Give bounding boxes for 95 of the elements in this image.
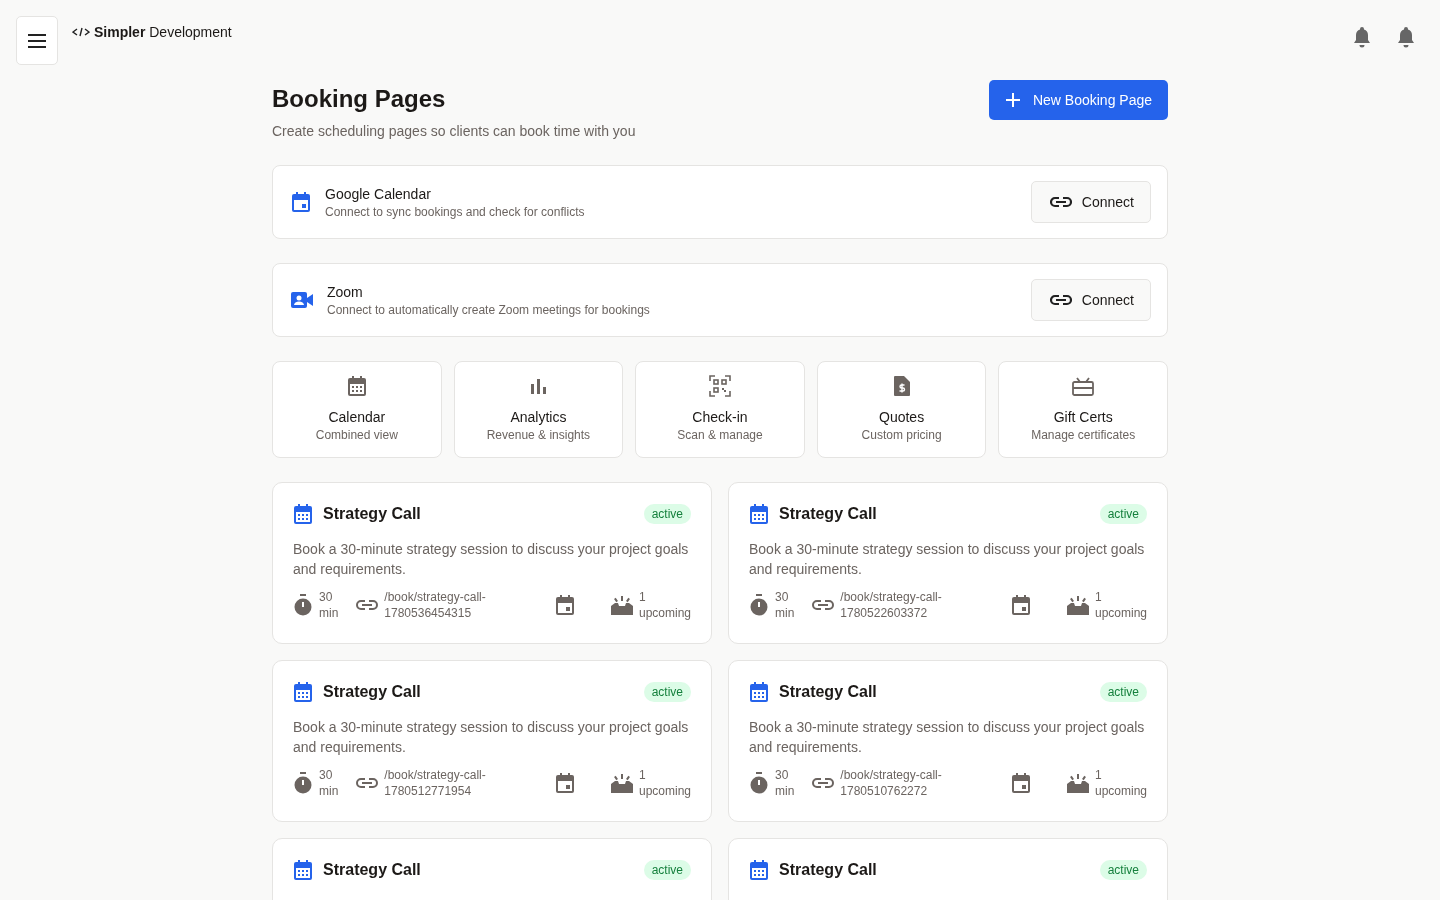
connect-button[interactable]: Connect xyxy=(1030,279,1151,321)
calendar-icon xyxy=(749,859,769,881)
tile-label: Gift Certs xyxy=(1053,409,1113,425)
feature-tile[interactable]: Quotes Custom pricing xyxy=(816,361,987,458)
booking-page-card[interactable]: Strategy Call active Book a 30-minute strategy session to discuss your project goals and requirements. 30 min /book/strategy-call- 1780522603372 1 upcoming xyxy=(728,482,1168,644)
code-logo-icon xyxy=(72,26,90,38)
booking-page-card[interactable]: Strategy Call active Book a 30-minute strategy session to discuss your project goals and requirements. 30 min /book/strategy-call- 1780512771954 1 upcoming xyxy=(272,660,712,822)
page-title: Booking Pages xyxy=(272,85,447,113)
tile-label: Quotes xyxy=(879,409,925,425)
booking-page-description: Book a 30-minute strategy session to discuss your project goals and requirements. xyxy=(749,540,1146,579)
calendar-event-icon xyxy=(554,772,575,794)
link-icon xyxy=(1049,196,1072,208)
status-badge: active xyxy=(1099,504,1147,524)
plus-icon xyxy=(1004,92,1021,108)
bell-icon[interactable] xyxy=(1352,26,1372,48)
menu-button[interactable] xyxy=(16,16,58,65)
booking-link[interactable]: /book/strategy-call- 1780510762272 xyxy=(840,767,942,799)
bell-icon[interactable] xyxy=(1396,26,1416,48)
upcoming-count: 1 upcoming xyxy=(1094,589,1147,621)
tile-label: Check-in xyxy=(692,409,748,425)
booking-page-title: Strategy Call xyxy=(323,683,422,701)
calendar-icon xyxy=(346,375,367,397)
brand-name: Simpler Development xyxy=(94,24,232,40)
inbox-icon xyxy=(610,595,633,615)
status-badge: active xyxy=(643,682,691,702)
status-badge: active xyxy=(643,860,691,880)
invoice-icon xyxy=(892,375,911,397)
tile-description: Scan & manage xyxy=(677,428,763,442)
calendar-icon xyxy=(293,859,313,881)
stopwatch-icon xyxy=(749,594,769,616)
booking-page-description: Book a 30-minute strategy session to discuss your project goals and requirements. xyxy=(749,718,1146,757)
calendar-icon xyxy=(293,503,313,525)
booking-page-title: Strategy Call xyxy=(779,861,878,879)
booking-page-title: Strategy Call xyxy=(323,505,422,523)
booking-link[interactable]: /book/strategy-call- 1780536454315 xyxy=(384,589,486,621)
video-camera-icon xyxy=(291,291,313,309)
calendar-icon xyxy=(749,503,769,525)
booking-link[interactable]: /book/strategy-call- 1780522603372 xyxy=(840,589,942,621)
booking-page-card[interactable]: Strategy Call active xyxy=(728,838,1168,900)
calendar-icon xyxy=(293,681,313,703)
integration-name: Zoom xyxy=(327,283,364,300)
calendar-event-icon xyxy=(1010,594,1031,616)
stopwatch-icon xyxy=(293,772,313,794)
calendar-icon xyxy=(291,191,311,213)
booking-page-card[interactable]: Strategy Call active Book a 30-minute strategy session to discuss your project goals and requirements. 30 min /book/strategy-call- 1780510762272 1 upcoming xyxy=(728,660,1168,822)
connect-button[interactable]: Connect xyxy=(1030,181,1151,223)
integration-description: Connect to automatically create Zoom meetings for bookings xyxy=(327,302,651,317)
integration-name: Google Calendar xyxy=(325,185,432,202)
menu-icon xyxy=(27,32,47,49)
calendar-event-icon xyxy=(554,594,575,616)
booking-page-title: Strategy Call xyxy=(779,683,878,701)
tile-description: Revenue & insights xyxy=(486,428,591,442)
link-icon xyxy=(812,599,835,611)
qr-scan-icon xyxy=(709,375,731,397)
feature-tile[interactable]: Check-in Scan & manage xyxy=(635,361,805,458)
feature-tile[interactable]: Analytics Revenue & insights xyxy=(453,361,624,458)
new-booking-page-button[interactable]: New Booking Page xyxy=(988,80,1168,120)
integration-description: Connect to sync bookings and check for conflicts xyxy=(325,204,586,219)
booking-link[interactable]: /book/strategy-call- 1780512771954 xyxy=(384,767,486,799)
upcoming-count: 1 upcoming xyxy=(638,767,691,799)
tile-label: Calendar xyxy=(328,409,386,425)
booking-page-card[interactable]: Strategy Call active xyxy=(272,838,712,900)
inbox-icon xyxy=(610,773,633,793)
inbox-icon xyxy=(1066,773,1089,793)
stopwatch-icon xyxy=(749,772,769,794)
booking-page-description: Book a 30-minute strategy session to discuss your project goals and requirements. xyxy=(293,718,690,757)
booking-page-title: Strategy Call xyxy=(323,861,422,879)
duration-text: 30 min xyxy=(775,589,795,621)
link-icon xyxy=(356,599,379,611)
feature-tile[interactable]: Gift Certs Manage certificates xyxy=(998,361,1168,458)
upcoming-count: 1 upcoming xyxy=(638,589,691,621)
duration-text: 30 min xyxy=(319,767,339,799)
status-badge: active xyxy=(1099,860,1147,880)
duration-text: 30 min xyxy=(775,767,795,799)
upcoming-count: 1 upcoming xyxy=(1094,767,1147,799)
tile-description: Manage certificates xyxy=(1031,428,1136,442)
status-badge: active xyxy=(1099,682,1147,702)
stopwatch-icon xyxy=(293,594,313,616)
gift-card-icon xyxy=(1072,375,1095,397)
booking-page-card[interactable]: Strategy Call active Book a 30-minute strategy session to discuss your project goals and requirements. 30 min /book/strategy-call- 1780536454315 1 upcoming xyxy=(272,482,712,644)
tile-description: Custom pricing xyxy=(861,428,942,442)
calendar-icon xyxy=(749,681,769,703)
link-icon xyxy=(356,777,379,789)
tile-description: Combined view xyxy=(315,428,398,442)
feature-tile[interactable]: Calendar Combined view xyxy=(272,361,442,458)
tile-label: Analytics xyxy=(510,409,567,425)
link-icon xyxy=(1049,294,1072,306)
booking-page-title: Strategy Call xyxy=(779,505,878,523)
duration-text: 30 min xyxy=(319,589,339,621)
link-icon xyxy=(812,777,835,789)
calendar-event-icon xyxy=(1010,772,1031,794)
booking-page-description: Book a 30-minute strategy session to discuss your project goals and requirements. xyxy=(293,540,690,579)
status-badge: active xyxy=(643,504,691,524)
inbox-icon xyxy=(1066,595,1089,615)
page-subtitle: Create scheduling pages so clients can book time with you xyxy=(272,123,636,139)
